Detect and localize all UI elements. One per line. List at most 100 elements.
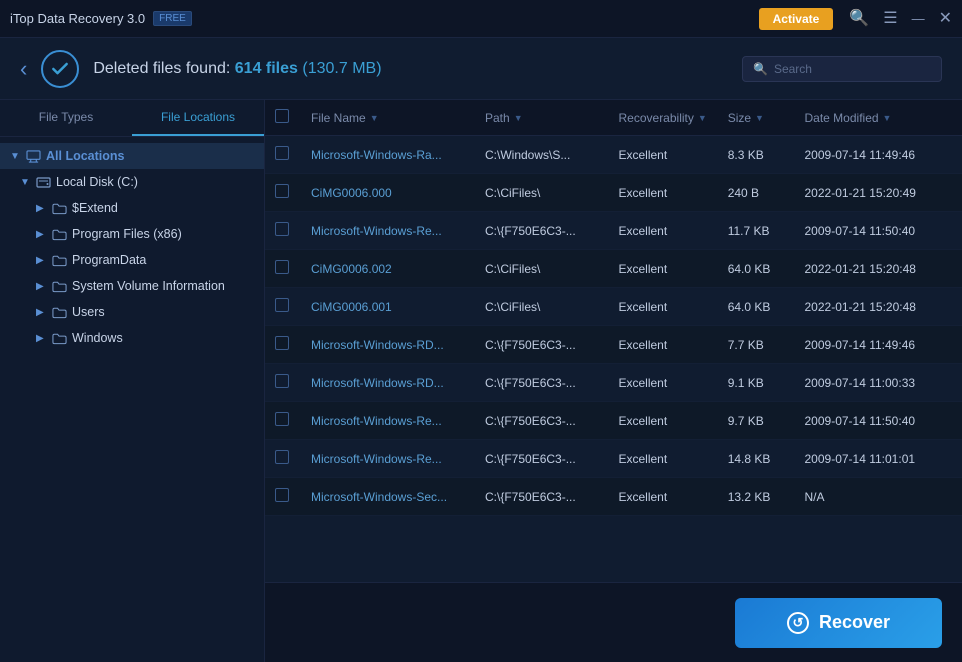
row-checkbox-col[interactable] bbox=[275, 488, 305, 505]
row-checkbox-col[interactable] bbox=[275, 260, 305, 277]
recover-button[interactable]: ↺ Recover bbox=[735, 598, 942, 648]
minimize-icon[interactable]: — bbox=[912, 12, 925, 25]
titlebar: iTop Data Recovery 3.0 FREE Activate 🔍 ☰… bbox=[0, 0, 962, 38]
col-header-date: Date Modified ▼ bbox=[799, 111, 933, 125]
select-all-checkbox[interactable] bbox=[275, 109, 289, 123]
col-header-size: Size ▼ bbox=[722, 111, 799, 125]
programdata-label: ProgramData bbox=[72, 253, 146, 267]
cell-filename-0: Microsoft-Windows-Ra... bbox=[305, 148, 479, 162]
local-disk-label: Local Disk (C:) bbox=[56, 175, 138, 189]
expand-arrow-extend: ▶ bbox=[36, 203, 48, 214]
row-checkbox-col[interactable] bbox=[275, 184, 305, 201]
cell-size-3: 64.0 KB bbox=[722, 262, 799, 276]
table-row[interactable]: Microsoft-Windows-Re... C:\{F750E6C3-...… bbox=[265, 440, 962, 478]
file-size-val: (130.7 MB) bbox=[302, 60, 381, 77]
cell-recoverability-5: Excellent bbox=[613, 338, 722, 352]
table-row[interactable]: CiMG0006.001 C:\CiFiles\ Excellent 64.0 … bbox=[265, 288, 962, 326]
table-row[interactable]: Microsoft-Windows-Re... C:\{F750E6C3-...… bbox=[265, 402, 962, 440]
sidebar-item-programdata[interactable]: ▶ ProgramData bbox=[0, 247, 264, 273]
main-content: File Types File Locations ▼ All Location… bbox=[0, 100, 962, 662]
row-checkbox-col[interactable] bbox=[275, 374, 305, 391]
sidebar-tree: ▼ All Locations ▼ bbox=[0, 137, 264, 662]
table-row[interactable]: CiMG0006.002 C:\CiFiles\ Excellent 64.0 … bbox=[265, 250, 962, 288]
row-checkbox-8[interactable] bbox=[275, 450, 289, 464]
cell-recoverability-7: Excellent bbox=[613, 414, 722, 428]
programfiles-label: Program Files (x86) bbox=[72, 227, 182, 241]
table-row[interactable]: Microsoft-Windows-RD... C:\{F750E6C3-...… bbox=[265, 326, 962, 364]
row-checkbox-col[interactable] bbox=[275, 450, 305, 467]
row-checkbox-col[interactable] bbox=[275, 412, 305, 429]
activate-button[interactable]: Activate bbox=[759, 8, 834, 30]
row-checkbox-1[interactable] bbox=[275, 184, 289, 198]
header-checkbox-col[interactable] bbox=[275, 109, 305, 126]
sidebar-item-all-locations[interactable]: ▼ All Locations bbox=[0, 143, 264, 169]
cell-path-0: C:\Windows\S... bbox=[479, 148, 613, 162]
cell-size-5: 7.7 KB bbox=[722, 338, 799, 352]
row-checkbox-6[interactable] bbox=[275, 374, 289, 388]
tab-file-locations[interactable]: File Locations bbox=[132, 100, 264, 136]
sidebar-item-windows[interactable]: ▶ Windows bbox=[0, 325, 264, 351]
cell-path-5: C:\{F750E6C3-... bbox=[479, 338, 613, 352]
cell-filename-6: Microsoft-Windows-RD... bbox=[305, 376, 479, 390]
footer: ↺ Recover bbox=[265, 582, 962, 662]
table-row[interactable]: Microsoft-Windows-Re... C:\{F750E6C3-...… bbox=[265, 212, 962, 250]
sidebar-item-users[interactable]: ▶ Users bbox=[0, 299, 264, 325]
cell-recoverability-2: Excellent bbox=[613, 224, 722, 238]
expand-arrow-all: ▼ bbox=[10, 151, 22, 162]
cell-path-8: C:\{F750E6C3-... bbox=[479, 452, 613, 466]
folder-users-icon bbox=[51, 304, 67, 320]
cell-filename-8: Microsoft-Windows-Re... bbox=[305, 452, 479, 466]
sidebar-item-local-disk[interactable]: ▼ Local Disk (C:) bbox=[0, 169, 264, 195]
expand-arrow-windows: ▶ bbox=[36, 333, 48, 344]
back-button[interactable]: ‹ bbox=[20, 56, 27, 82]
row-checkbox-col[interactable] bbox=[275, 146, 305, 163]
table-row[interactable]: Microsoft-Windows-Sec... C:\{F750E6C3-..… bbox=[265, 478, 962, 516]
cell-date-5: 2009-07-14 11:49:46 bbox=[799, 338, 933, 352]
cell-filename-5: Microsoft-Windows-RD... bbox=[305, 338, 479, 352]
row-checkbox-3[interactable] bbox=[275, 260, 289, 274]
sort-path-icon: ▼ bbox=[514, 113, 523, 123]
cell-recoverability-6: Excellent bbox=[613, 376, 722, 390]
row-checkbox-7[interactable] bbox=[275, 412, 289, 426]
cell-size-7: 9.7 KB bbox=[722, 414, 799, 428]
row-checkbox-0[interactable] bbox=[275, 146, 289, 160]
files-found-static: Deleted files found: bbox=[93, 60, 230, 77]
sidebar-item-sysvolinfo[interactable]: ▶ System Volume Information bbox=[0, 273, 264, 299]
cell-filename-3: CiMG0006.002 bbox=[305, 262, 479, 276]
row-checkbox-col[interactable] bbox=[275, 222, 305, 239]
row-checkbox-col[interactable] bbox=[275, 298, 305, 315]
search-input[interactable] bbox=[774, 62, 931, 76]
cell-recoverability-8: Excellent bbox=[613, 452, 722, 466]
search-box[interactable]: 🔍 bbox=[742, 56, 942, 82]
sysvolinfo-label: System Volume Information bbox=[72, 279, 225, 293]
row-checkbox-col[interactable] bbox=[275, 336, 305, 353]
row-checkbox-9[interactable] bbox=[275, 488, 289, 502]
sidebar-item-program-files[interactable]: ▶ Program Files (x86) bbox=[0, 221, 264, 247]
table-row[interactable]: CiMG0006.000 C:\CiFiles\ Excellent 240 B… bbox=[265, 174, 962, 212]
sort-recover-icon: ▼ bbox=[698, 113, 707, 123]
free-badge: FREE bbox=[153, 11, 192, 26]
cell-path-6: C:\{F750E6C3-... bbox=[479, 376, 613, 390]
menu-icon[interactable]: ☰ bbox=[883, 11, 897, 27]
extend-label: $Extend bbox=[72, 201, 118, 215]
cell-size-2: 11.7 KB bbox=[722, 224, 799, 238]
table-row[interactable]: Microsoft-Windows-RD... C:\{F750E6C3-...… bbox=[265, 364, 962, 402]
cell-filename-7: Microsoft-Windows-Re... bbox=[305, 414, 479, 428]
search-icon: 🔍 bbox=[753, 62, 768, 76]
cell-size-9: 13.2 KB bbox=[722, 490, 799, 504]
expand-arrow-programdata: ▶ bbox=[36, 255, 48, 266]
tab-file-types[interactable]: File Types bbox=[0, 100, 132, 136]
sort-filename-icon: ▼ bbox=[370, 113, 379, 123]
search-titlebar-icon[interactable]: 🔍 bbox=[849, 11, 869, 27]
row-checkbox-2[interactable] bbox=[275, 222, 289, 236]
close-icon[interactable]: ✕ bbox=[939, 11, 952, 27]
row-checkbox-4[interactable] bbox=[275, 298, 289, 312]
row-checkbox-5[interactable] bbox=[275, 336, 289, 350]
cell-date-9: N/A bbox=[799, 490, 933, 504]
col-header-recoverability: Recoverability ▼ bbox=[613, 111, 722, 125]
all-locations-label: All Locations bbox=[46, 149, 124, 163]
table-row[interactable]: Microsoft-Windows-Ra... C:\Windows\S... … bbox=[265, 136, 962, 174]
sidebar-item-extend[interactable]: ▶ $Extend bbox=[0, 195, 264, 221]
cell-size-4: 64.0 KB bbox=[722, 300, 799, 314]
monitor-icon bbox=[25, 148, 41, 164]
